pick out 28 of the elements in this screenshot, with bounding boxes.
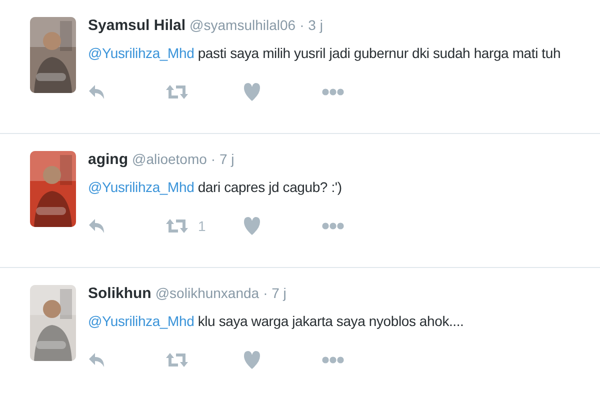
mention-link[interactable]: @Yusrilihza_Mhd <box>88 45 194 61</box>
mention-link[interactable]: @Yusrilihza_Mhd <box>88 313 194 329</box>
user-name[interactable]: aging <box>88 151 128 168</box>
timestamp[interactable]: · 7 j <box>263 285 286 301</box>
timestamp[interactable]: · 3 j <box>300 17 323 33</box>
retweet-icon[interactable] <box>166 218 188 234</box>
more-icon[interactable] <box>322 88 344 96</box>
tweet-text: @Yusrilihza_Mhd pasti saya milih yusril jadi gubernur dki sudah harga mati tuh <box>88 45 561 61</box>
heart-icon[interactable] <box>244 351 260 369</box>
mention-link[interactable]: @Yusrilihza_Mhd <box>88 179 194 195</box>
reply-icon[interactable] <box>88 84 106 100</box>
user-name[interactable]: Solikhun <box>88 285 152 302</box>
more-icon[interactable] <box>322 356 344 364</box>
reply-icon[interactable] <box>88 218 106 234</box>
reply-icon[interactable] <box>88 352 106 368</box>
user-handle[interactable]: @alioetomo <box>132 151 207 167</box>
heart-icon[interactable] <box>244 83 260 101</box>
user-name[interactable]: Syamsul Hilal <box>88 17 186 34</box>
tweet-text: @Yusrilihza_Mhd klu saya warga jakarta saya nyoblos ahok.... <box>88 313 464 329</box>
heart-icon[interactable] <box>244 217 260 235</box>
retweet-icon[interactable] <box>166 352 188 368</box>
more-icon[interactable] <box>322 222 344 230</box>
tweet-text: @Yusrilihza_Mhd dari capres jd cagub? :') <box>88 179 343 195</box>
user-handle[interactable]: @syamsulhilal06 <box>190 17 296 33</box>
timestamp[interactable]: · 7 j <box>210 151 234 167</box>
user-handle[interactable]: @solikhunxanda <box>155 285 260 301</box>
retweet-icon[interactable] <box>166 84 188 100</box>
retweet-count: 1 <box>198 218 206 234</box>
